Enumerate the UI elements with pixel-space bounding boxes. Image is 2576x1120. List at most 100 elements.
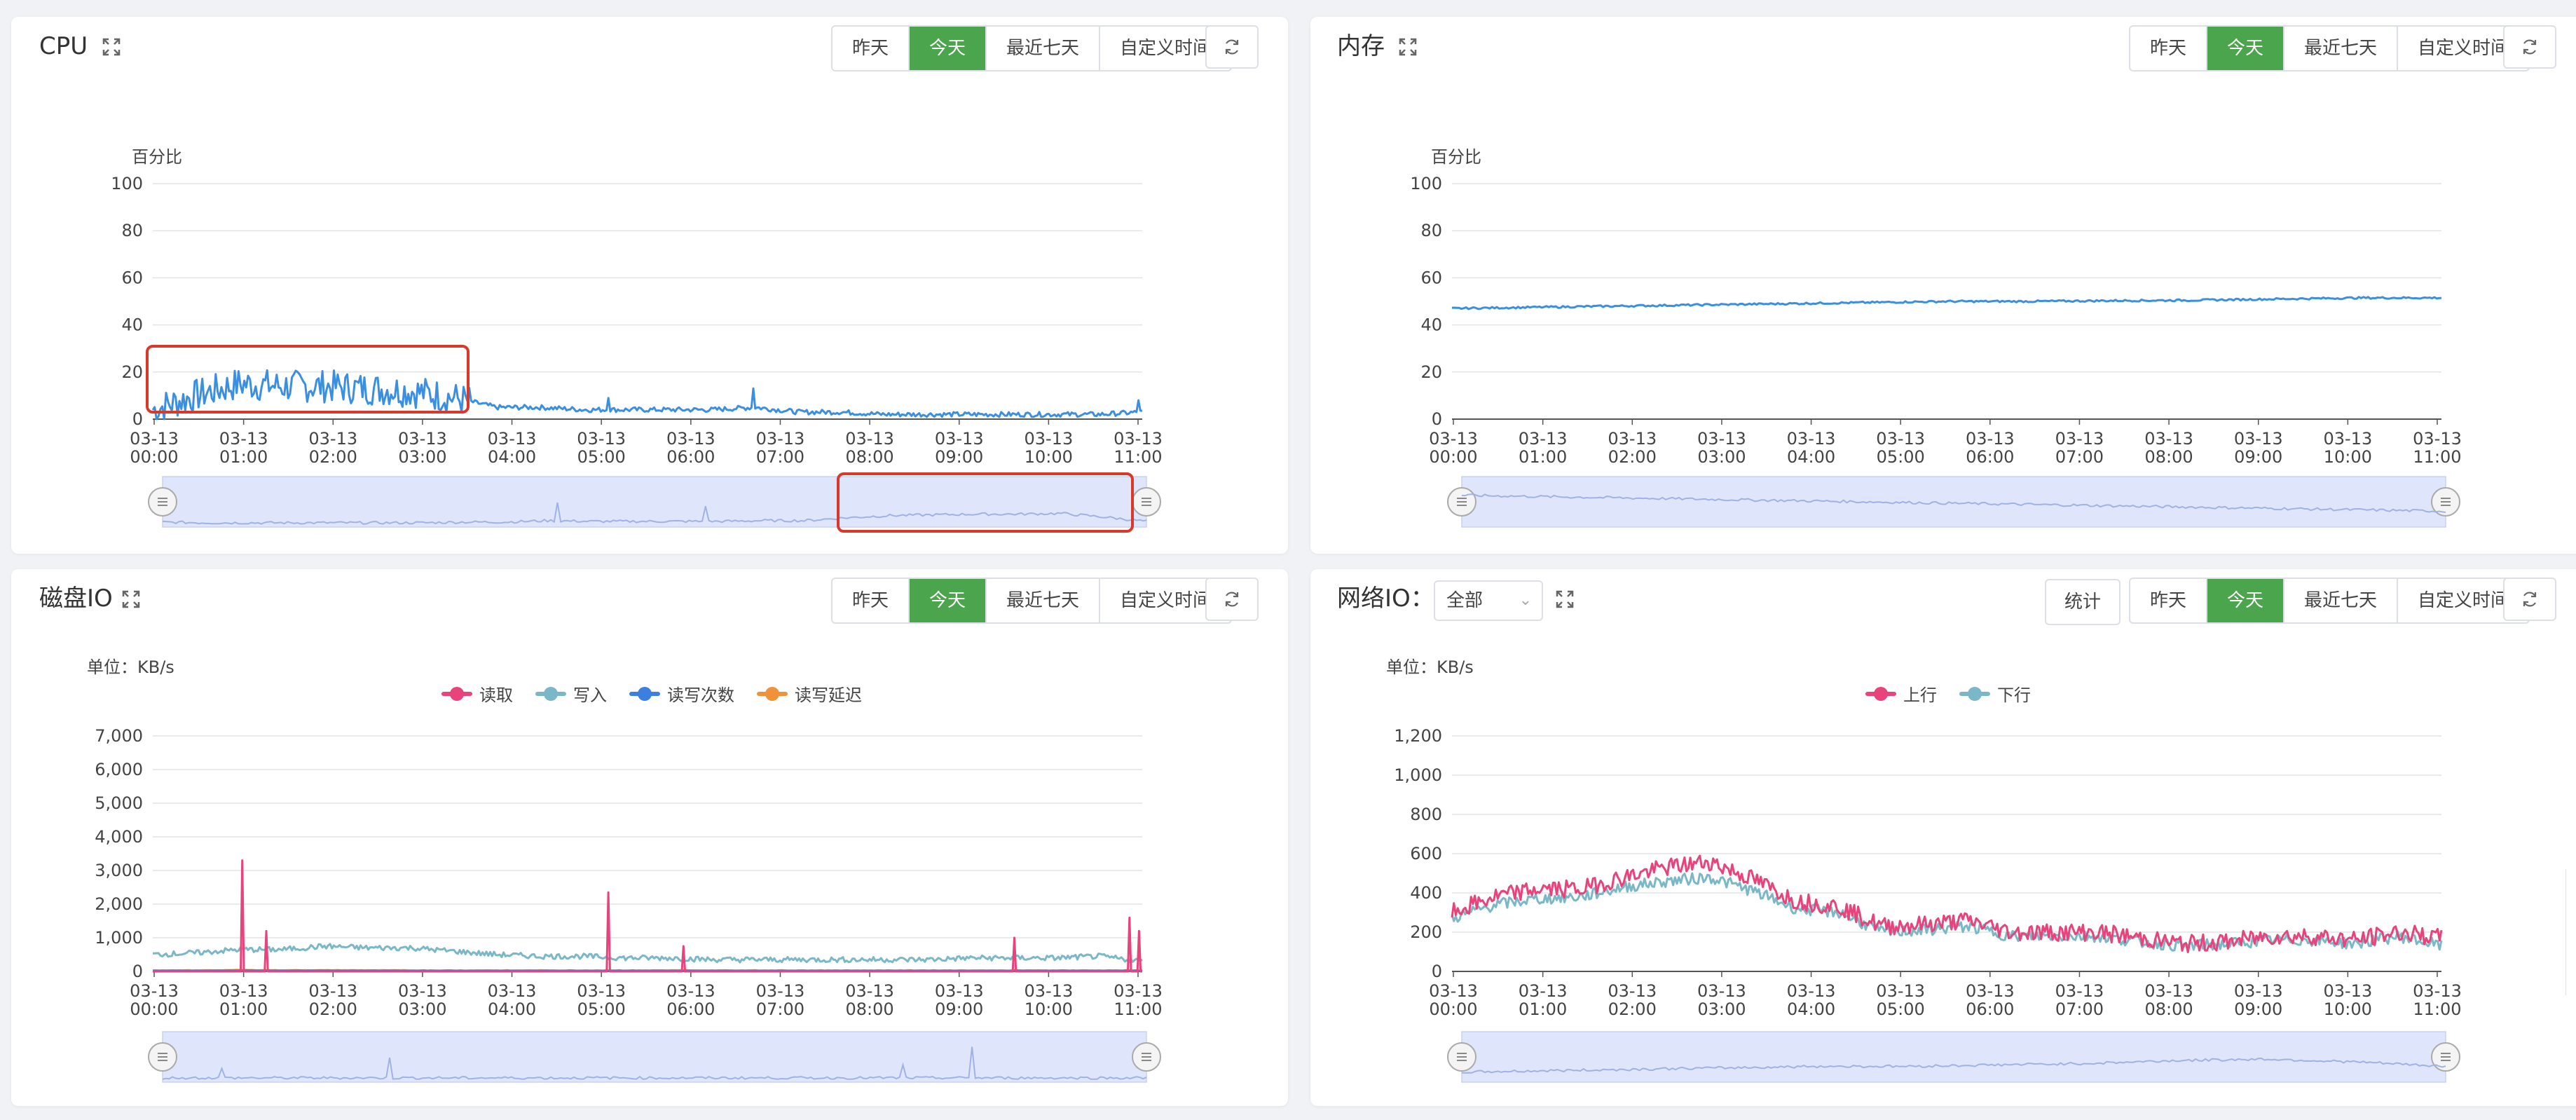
x-tick-label: 06:00 <box>1966 999 2014 1019</box>
x-tick-label: 08:00 <box>846 999 894 1019</box>
x-tick-label: 03-13 <box>935 429 984 449</box>
y-tick-label: 800 <box>1410 805 1442 824</box>
x-tick-label: 08:00 <box>2145 999 2193 1019</box>
y-tick-label: 3,000 <box>95 861 143 880</box>
y-axis-name: 百分比 <box>1431 147 1481 167</box>
x-tick-label: 07:00 <box>2055 999 2104 1019</box>
x-tick-label: 04:00 <box>488 999 536 1019</box>
x-tick-label: 10:00 <box>2324 999 2372 1019</box>
x-tick-label: 03-13 <box>577 429 626 449</box>
disk-read-line <box>153 859 1142 973</box>
x-tick-label: 02:00 <box>1608 447 1657 467</box>
x-tick-label: 01:00 <box>1519 447 1567 467</box>
y-tick-label: 20 <box>1420 362 1442 382</box>
x-tick-label: 10:00 <box>1025 447 1073 467</box>
x-tick-label: 03-13 <box>1787 981 1836 1001</box>
x-tick-label: 07:00 <box>756 999 804 1019</box>
network-datazoom <box>1461 1031 2446 1083</box>
x-tick-label: 03-13 <box>1876 429 1925 449</box>
x-tick-label: 03-13 <box>1966 981 2015 1001</box>
x-tick-label: 08:00 <box>2145 447 2193 467</box>
x-tick-label: 02:00 <box>309 447 357 467</box>
x-tick-label: 03-13 <box>219 981 268 1001</box>
y-tick-label: 80 <box>121 221 143 240</box>
x-tick-label: 03-13 <box>488 429 537 449</box>
x-tick-label: 03-13 <box>308 981 357 1001</box>
y-tick-label: 100 <box>1410 174 1442 193</box>
disk-write-line <box>153 943 1143 964</box>
x-tick-label: 03:00 <box>398 999 446 1019</box>
x-tick-label: 03-13 <box>2413 981 2462 1001</box>
x-tick-label: 03-13 <box>2055 429 2104 449</box>
x-tick-label: 09:00 <box>2234 447 2282 467</box>
x-tick-label: 10:00 <box>2324 447 2372 467</box>
x-tick-label: 03-13 <box>398 429 447 449</box>
x-tick-label: 03-13 <box>219 429 268 449</box>
x-tick-label: 11:00 <box>1114 447 1162 467</box>
y-tick-label: 0 <box>1432 409 1442 429</box>
x-tick-label: 07:00 <box>756 447 804 467</box>
x-tick-label: 03-13 <box>756 429 805 449</box>
y-tick-label: 4,000 <box>95 827 143 847</box>
y-tick-label: 1,200 <box>1394 726 1442 746</box>
y-tick-label: 100 <box>111 174 143 193</box>
x-tick-label: 05:00 <box>577 447 626 467</box>
y-tick-label: 2,000 <box>95 894 143 914</box>
x-tick-label: 04:00 <box>1787 447 1835 467</box>
x-tick-label: 05:00 <box>577 999 626 1019</box>
x-tick-label: 09:00 <box>2234 999 2282 1019</box>
x-tick-label: 03-13 <box>577 981 626 1001</box>
x-tick-label: 04:00 <box>1787 999 1835 1019</box>
x-tick-label: 03-13 <box>130 429 179 449</box>
y-tick-label: 0 <box>132 962 143 981</box>
y-tick-label: 1,000 <box>1394 765 1442 785</box>
x-tick-label: 03-13 <box>1519 429 1568 449</box>
x-tick-label: 03-13 <box>2234 981 2283 1001</box>
x-tick-label: 03-13 <box>1024 981 1073 1001</box>
x-tick-label: 00:00 <box>1429 999 1477 1019</box>
x-tick-label: 05:00 <box>1877 999 1925 1019</box>
x-tick-label: 03-13 <box>488 981 537 1001</box>
x-tick-label: 10:00 <box>1025 999 1073 1019</box>
x-tick-label: 09:00 <box>935 999 983 1019</box>
x-tick-label: 03:00 <box>1697 999 1746 1019</box>
y-tick-label: 0 <box>1432 962 1442 981</box>
x-tick-label: 04:00 <box>488 447 536 467</box>
x-tick-label: 02:00 <box>309 999 357 1019</box>
y-tick-label: 600 <box>1410 844 1442 863</box>
x-tick-label: 06:00 <box>666 999 715 1019</box>
x-tick-label: 00:00 <box>130 447 178 467</box>
x-tick-label: 03-13 <box>2413 429 2462 449</box>
x-tick-label: 03-13 <box>1024 429 1073 449</box>
x-tick-label: 03-13 <box>2323 429 2372 449</box>
x-tick-label: 03-13 <box>398 981 447 1001</box>
x-tick-label: 03-13 <box>845 981 894 1001</box>
x-tick-label: 09:00 <box>935 447 983 467</box>
x-tick-label: 02:00 <box>1608 999 1657 1019</box>
x-tick-label: 05:00 <box>1877 447 1925 467</box>
y-tick-label: 60 <box>1420 268 1442 287</box>
y-tick-label: 20 <box>121 362 143 382</box>
x-tick-label: 11:00 <box>1114 999 1162 1019</box>
network-up-line <box>1451 854 2443 954</box>
x-tick-label: 03-13 <box>1519 981 1568 1001</box>
y-tick-label: 40 <box>1420 315 1442 335</box>
x-tick-label: 03-13 <box>1787 429 1836 449</box>
x-tick-label: 03-13 <box>1966 429 2015 449</box>
x-tick-label: 03-13 <box>2055 981 2104 1001</box>
x-tick-label: 03:00 <box>398 447 446 467</box>
x-tick-label: 00:00 <box>130 999 178 1019</box>
y-tick-label: 7,000 <box>95 726 143 746</box>
x-tick-label: 03-13 <box>756 981 805 1001</box>
x-tick-label: 01:00 <box>219 447 268 467</box>
x-tick-label: 03-13 <box>2323 981 2372 1001</box>
y-tick-label: 60 <box>121 268 143 287</box>
y-tick-label: 40 <box>121 315 143 335</box>
y-axis-name: 百分比 <box>132 147 182 167</box>
y-tick-label: 1,000 <box>95 928 143 948</box>
x-tick-label: 07:00 <box>2055 447 2104 467</box>
x-tick-label: 11:00 <box>2413 999 2461 1019</box>
x-tick-label: 03-13 <box>666 981 715 1001</box>
x-tick-label: 03-13 <box>1429 429 1478 449</box>
x-tick-label: 03-13 <box>1114 981 1163 1001</box>
